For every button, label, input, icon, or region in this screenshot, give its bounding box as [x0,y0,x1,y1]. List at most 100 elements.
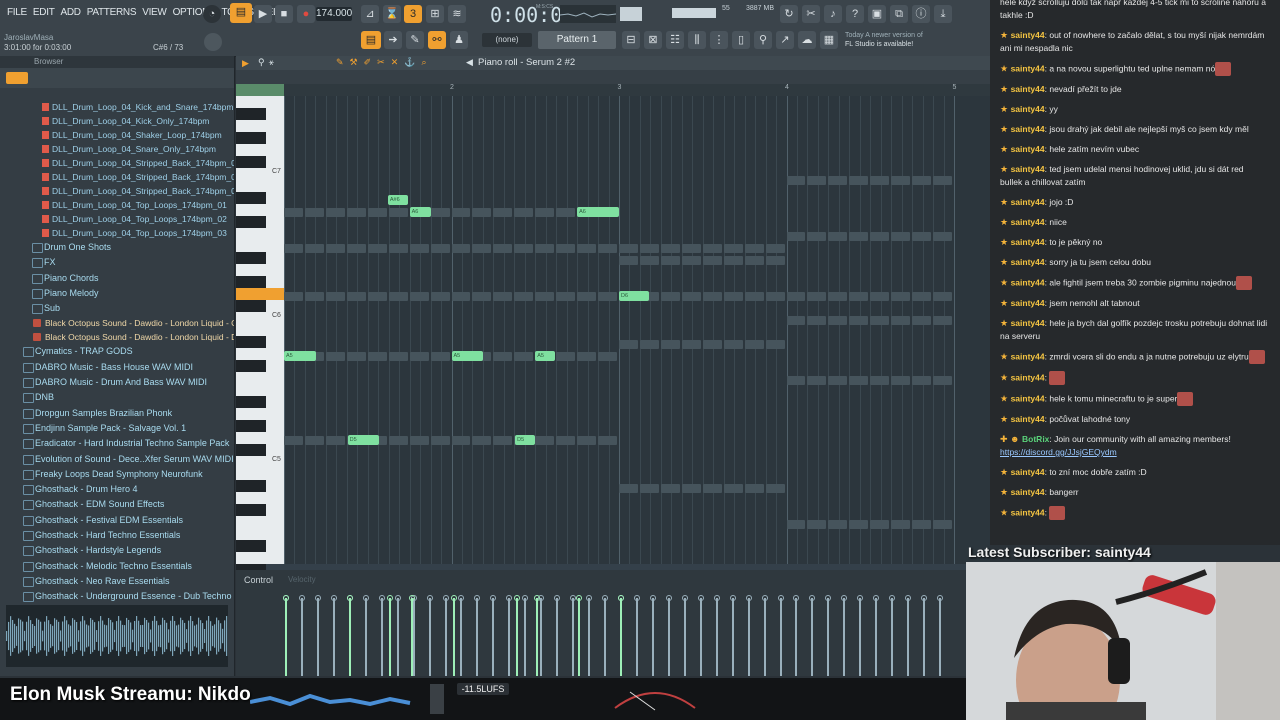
tempo-tap-icon[interactable]: ↗ [776,31,794,49]
velocity-bar[interactable] [777,595,784,676]
velocity-bar[interactable] [314,595,321,676]
browser-folder[interactable]: Dropgun Samples Brazilian Phonk [0,406,234,421]
chat-username[interactable]: sainty44 [1011,351,1045,361]
eq-icon[interactable]: ⫼ [688,31,706,49]
browser-folder[interactable]: Ghosthack - Melodic Techno Essentials [0,559,234,574]
store-icon[interactable]: ▦ [820,31,838,49]
velocity-bar[interactable] [649,595,656,676]
browser-folder[interactable]: Ghosthack - Neo Rave Essentials [0,574,234,589]
speaker-icon[interactable]: ◀ [466,57,473,68]
chat-username[interactable]: sainty44 [1011,467,1045,477]
countdown-icon[interactable]: 3 [404,5,422,23]
info-icon[interactable]: ⓘ [912,5,930,23]
velocity-bar[interactable] [697,595,704,676]
velocity-bar[interactable] [538,595,545,676]
velocity-bar[interactable] [298,595,305,676]
note[interactable]: A5 [284,351,316,361]
browser-sample[interactable]: Black Octopus Sound - Dawdio - London Li… [0,316,234,330]
velocity-bar[interactable] [554,595,561,676]
note[interactable]: D6 [619,291,650,301]
cloud-icon[interactable]: ☁ [798,31,816,49]
velocity-bar-selected[interactable] [346,595,353,676]
browser-folder[interactable]: Eradicator - Hard Industrial Techno Samp… [0,436,234,451]
chat-username[interactable]: sainty44 [1011,84,1045,94]
browser-folder[interactable]: Ghosthack - Hardstyle Legends [0,543,234,558]
velocity-bar[interactable] [729,595,736,676]
velocity-lane[interactable] [283,590,990,676]
browser-file[interactable]: DLL_Drum_Loop_04_Stripped_Back_174bpm_03 [0,184,234,198]
playlist-icon[interactable]: ▤ [361,31,381,49]
browser-file[interactable]: DLL_Drum_Loop_04_Top_Loops_174bpm_01 [0,198,234,212]
browser-file[interactable]: DLL_Drum_Loop_04_Top_Loops_174bpm_03 [0,226,234,240]
velocity-bar[interactable] [937,595,944,676]
note[interactable]: A5 [451,351,484,361]
chat-username[interactable]: sainty44 [1011,104,1045,114]
stamp-icon[interactable]: ♟ [450,31,468,49]
stop-icon[interactable]: ■ [275,5,293,23]
menu-item-patterns[interactable]: PATTERNS [84,7,139,18]
cpu-meter-icon[interactable]: ◔ [203,5,221,23]
highlighted-key[interactable] [236,288,284,300]
zoom-handle[interactable] [236,84,284,96]
piano-roll-icon[interactable]: ⋮ [710,31,728,49]
note-grid[interactable]: A#6 A6 A6 D6 A5 A5 A5 D5 D5 [284,96,990,564]
browser-subfolder[interactable]: Piano Melody [0,286,234,301]
browser-subfolder[interactable]: Drum One Shots [0,240,234,255]
pattern-select[interactable]: Pattern 1 [538,31,616,49]
browser-subfolder[interactable]: Piano Chords [0,271,234,286]
menu-item-edit[interactable]: EDIT [30,7,58,18]
velocity-bar[interactable] [506,595,513,676]
browser-file[interactable]: DLL_Drum_Loop_04_Shaker_Loop_174bpm [0,128,234,142]
chat-username[interactable]: sainty44 [1011,197,1045,207]
browser-file[interactable]: DLL_Drum_Loop_04_Snare_Only_174bpm [0,142,234,156]
master-volume-knob[interactable] [204,33,222,51]
chat-username[interactable]: sainty44 [1011,63,1045,73]
chat-username[interactable]: sainty44 [1011,30,1045,40]
chat-username[interactable]: sainty44 [1011,277,1045,287]
news-panel[interactable]: Today A newer version of FL Studio is av… [845,31,923,49]
sample-preview-waveform[interactable] [6,605,228,667]
note[interactable]: D5 [347,435,380,445]
mixer-icon[interactable]: ✂ [802,5,820,23]
browser-folder[interactable]: Freaky Loops Dead Symphony Neurofunk [0,467,234,482]
browser-folder[interactable]: Ghosthack - Drum Hero 4 [0,482,234,497]
velocity-bar[interactable] [362,595,369,676]
browser-file[interactable]: DLL_Drum_Loop_04_Kick_and_Snare_174bpm [0,100,234,114]
browser-subfolder[interactable]: FX [0,255,234,270]
browser-folder[interactable]: Cymatics - TRAP GODS [0,344,234,359]
menu-item-file[interactable]: FILE [4,7,30,18]
velocity-bar[interactable] [921,595,928,676]
black-key[interactable] [236,108,266,120]
black-key[interactable] [236,192,266,204]
mic-icon[interactable]: ♪ [824,5,842,23]
chat-username[interactable]: sainty44 [1011,237,1045,247]
velocity-bar-selected[interactable] [386,595,393,676]
chat-username[interactable]: sainty44 [1011,164,1045,174]
velocity-bar[interactable] [522,595,529,676]
velocity-bar[interactable] [713,595,720,676]
black-key[interactable] [236,480,266,492]
velocity-bar[interactable] [745,595,752,676]
velocity-bar[interactable] [825,595,832,676]
chat-username[interactable]: sainty44 [1011,487,1045,497]
chat-username[interactable]: sainty44 [1011,414,1045,424]
browser-file[interactable]: DLL_Drum_Loop_04_Top_Loops_174bpm_02 [0,212,234,226]
step-seq-icon[interactable]: ⊠ [644,31,662,49]
black-key[interactable] [236,300,266,312]
velocity-bar[interactable] [426,595,433,676]
velocity-bar-selected[interactable] [576,595,583,676]
chat-username[interactable]: sainty44 [1011,257,1045,267]
save-icon[interactable]: ▣ [868,5,886,23]
play-icon[interactable]: ▶ [254,5,272,23]
browser-folder[interactable]: Ghosthack - Hard Techno Essentials [0,528,234,543]
velocity-bar[interactable] [665,595,672,676]
blend-notes-icon[interactable]: ≋ [448,5,466,23]
download-icon[interactable]: ⤓ [934,5,952,23]
channel-rack-icon[interactable]: ⊟ [622,31,640,49]
black-key[interactable] [236,252,266,264]
tempo-display[interactable]: 174.000 [316,7,352,21]
browser-folder[interactable]: Ghosthack - Underground Essence - Dub Te… [0,589,234,604]
mixer-view-icon[interactable]: ☷ [666,31,684,49]
menu-item-add[interactable]: ADD [58,7,84,18]
velocity-bar[interactable] [841,595,848,676]
